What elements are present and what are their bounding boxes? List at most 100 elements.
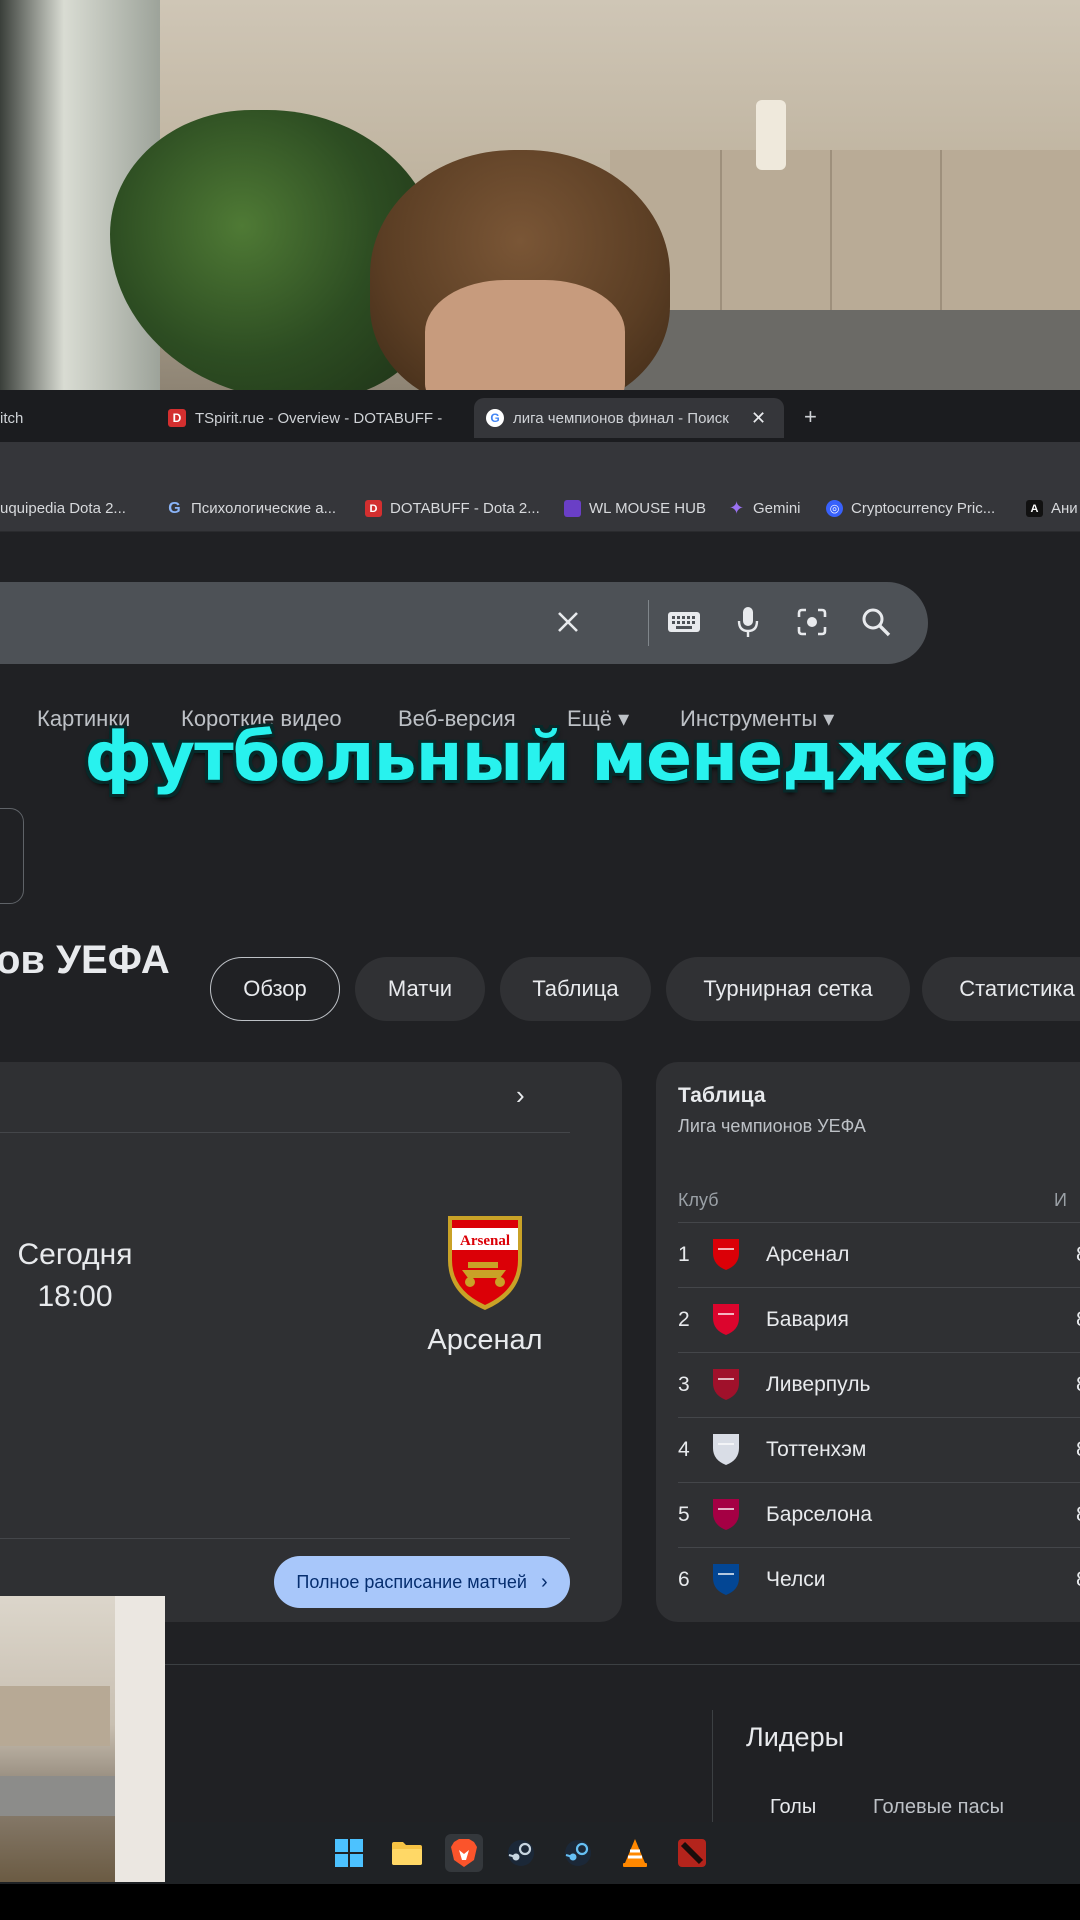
pill-bracket[interactable]: Турнирная сетка (666, 957, 910, 1021)
table-row[interactable]: 4 Тоттенхэм 8 (678, 1417, 1080, 1482)
dotabuff-favicon-icon: D (168, 409, 186, 427)
matches-played: 8 (1076, 1373, 1080, 1397)
pill-matches[interactable]: Матчи (355, 957, 485, 1021)
button-label: Полное расписание матчей (296, 1571, 527, 1592)
club-name: Бавария (766, 1308, 849, 1331)
side-chip[interactable] (0, 808, 24, 904)
standings-subtitle: Лига чемпионов УЕФА (678, 1116, 866, 1136)
club-logo-icon (710, 1302, 742, 1336)
matches-played: 8 (1076, 1308, 1080, 1332)
row-position: 1 (678, 1243, 690, 1266)
bookmark-gemini[interactable]: ✦ Gemini (728, 498, 801, 518)
table-row[interactable]: 6 Челси 8 (678, 1547, 1080, 1612)
matches-played: 8 (1076, 1568, 1080, 1592)
arsenal-crest-icon: Arsenal (442, 1212, 528, 1312)
vlc-icon[interactable] (616, 1834, 654, 1872)
pill-table[interactable]: Таблица (500, 957, 651, 1021)
microphone-icon[interactable] (730, 604, 766, 640)
crypto-icon: ◎ (826, 500, 843, 517)
google-favicon-icon: G (486, 409, 504, 427)
match-card: › Сегодня 18:00 Arsenal Арсенал Полное р… (0, 1062, 622, 1622)
standings-title: Таблица (678, 1084, 766, 1107)
row-position: 5 (678, 1503, 690, 1526)
search-icon[interactable] (858, 604, 894, 640)
column-club: Клуб (678, 1190, 719, 1210)
row-position: 6 (678, 1568, 690, 1591)
bookmark-liquipedia[interactable]: uquipedia Dota 2... (0, 500, 126, 517)
secondary-camera (0, 1596, 165, 1882)
divider (0, 1132, 570, 1133)
matches-played: 8 (1076, 1438, 1080, 1462)
person-face (425, 280, 625, 390)
google-icon: G (168, 499, 181, 517)
tab-dotabuff[interactable]: D TSpirit.rue - Overview - DOTABUFF - (168, 398, 458, 438)
chevron-right-icon: › (540, 1570, 548, 1593)
table-row[interactable]: 5 Барселона 8 (678, 1482, 1080, 1547)
club-logo-icon (710, 1562, 742, 1596)
kitchen-cabinets (0, 1686, 110, 1746)
divider (0, 1538, 570, 1539)
clear-icon[interactable] (550, 604, 586, 640)
matches-played: 8 (1076, 1243, 1080, 1267)
club-name: Арсенал (766, 1243, 850, 1266)
lens-icon[interactable] (794, 604, 830, 640)
crest-text: Arsenal (460, 1233, 510, 1249)
tab-label: лига чемпионов финал - Поиск (513, 409, 729, 427)
club-logo-icon (710, 1497, 742, 1531)
full-schedule-button[interactable]: Полное расписание матчей › (274, 1556, 570, 1608)
page-title: ов УЕФА (0, 938, 170, 982)
tab-goals[interactable]: Голы (770, 1796, 816, 1819)
tab-label: TSpirit.rue - Overview - DOTABUFF - (195, 409, 443, 427)
match-time: Сегодня 18:00 (10, 1234, 140, 1318)
new-tab-button[interactable]: + (804, 404, 817, 430)
windows-start-icon[interactable] (330, 1834, 368, 1872)
dotabuff-icon: D (365, 500, 382, 517)
club-name: Барселона (766, 1503, 873, 1526)
row-position: 4 (678, 1438, 690, 1461)
tab-strip: itch D TSpirit.rue - Overview - DOTABUFF… (0, 390, 1080, 442)
search-divider (648, 600, 649, 646)
tab-assists[interactable]: Голевые пасы (873, 1796, 1004, 1819)
kitchen-counter (0, 1776, 120, 1816)
address-toolbar (0, 442, 1080, 488)
steam-icon[interactable] (502, 1834, 540, 1872)
bookmark-psychology[interactable]: G Психологические а... (166, 499, 337, 518)
bookmark-crypto[interactable]: ◎ Cryptocurrency Pric... (826, 500, 995, 517)
tab-twitch[interactable]: itch (0, 398, 80, 438)
chevron-right-icon[interactable]: › (516, 1080, 525, 1111)
kitchen-counter (600, 310, 1080, 390)
bookmark-label: Психологические а... (191, 500, 337, 517)
row-position: 3 (678, 1373, 690, 1396)
bookmark-wl-mouse-hub[interactable]: WL MOUSE HUB (564, 500, 706, 517)
folder-icon[interactable] (388, 1834, 426, 1872)
club-logo-icon (710, 1432, 742, 1466)
match-day: Сегодня (17, 1238, 133, 1271)
bookmark-anime[interactable]: A Ани (1026, 500, 1078, 517)
brave-browser-icon[interactable] (445, 1834, 483, 1872)
bookmark-dotabuff[interactable]: D DOTABUFF - Dota 2... (365, 500, 540, 517)
close-icon[interactable]: ✕ (751, 408, 766, 429)
steam-icon[interactable] (559, 1834, 597, 1872)
matches-played: 8 (1076, 1503, 1080, 1527)
video-caption: футбольный менеджер (84, 718, 996, 797)
divider (712, 1710, 713, 1822)
letterbox (0, 1884, 1080, 1920)
gemini-icon: ✦ (728, 498, 745, 518)
club-name: Челси (766, 1568, 826, 1591)
table-row[interactable]: 1 Арсенал 8 (678, 1222, 1080, 1287)
anime-icon: A (1026, 500, 1043, 517)
pill-stats[interactable]: Статистика (922, 957, 1080, 1021)
dota2-icon[interactable] (673, 1834, 711, 1872)
tab-google-search[interactable]: G лига чемпионов финал - Поиск ✕ (474, 398, 784, 438)
pendant-lamp (756, 100, 786, 170)
table-row[interactable]: 3 Ливерпуль 8 (678, 1352, 1080, 1417)
pill-overview[interactable]: Обзор (210, 957, 340, 1021)
column-played: И (1054, 1190, 1067, 1210)
search-input[interactable] (0, 582, 928, 664)
table-row[interactable]: 2 Бавария 8 (678, 1287, 1080, 1352)
club-name: Тоттенхэм (766, 1438, 867, 1461)
club-logo-icon (710, 1237, 742, 1271)
mouse-icon (564, 500, 581, 517)
club-logo-icon (710, 1367, 742, 1401)
keyboard-icon[interactable] (666, 604, 702, 640)
